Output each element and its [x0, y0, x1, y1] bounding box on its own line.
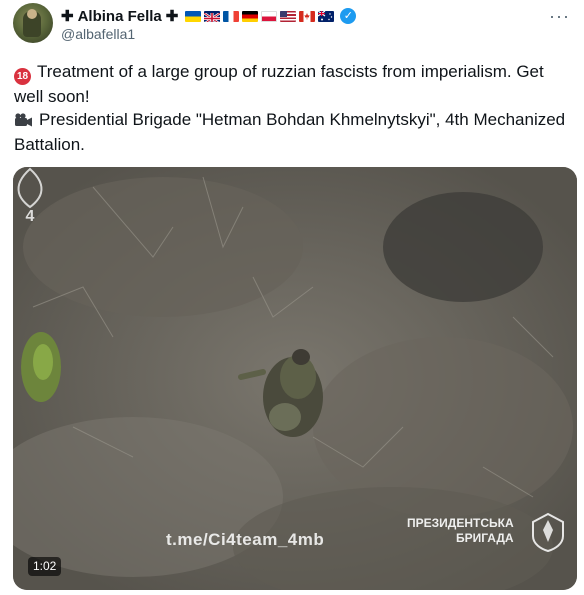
verified-badge-icon: ✓ [340, 8, 357, 24]
brigade-line-1: ПРЕЗИДЕНТСЬКА [407, 516, 514, 530]
tweet-line-1-text: Treatment of a large group of ruzzian fa… [14, 62, 544, 106]
canada-flag-icon [299, 10, 316, 22]
video-duration-badge: 1:02 [28, 557, 62, 576]
brigade-emblem-icon [532, 512, 564, 552]
video-camera-icon [14, 110, 33, 133]
avatar[interactable] [13, 3, 53, 43]
svg-text:4: 4 [26, 208, 35, 223]
uk-flag-icon [204, 10, 221, 22]
more-options-button[interactable]: ··· [549, 6, 570, 27]
poland-flag-icon [261, 10, 278, 22]
france-flag-icon [223, 10, 240, 22]
australia-flag-icon [318, 10, 335, 22]
brigade-line-2: БРИГАДА [455, 531, 514, 545]
flag-list [185, 10, 335, 22]
author-name-row: ✚ Albina Fella ✚ ✓ [61, 6, 357, 26]
avatar-head [27, 9, 37, 19]
author-handle[interactable]: @albafella1 [61, 26, 135, 42]
cross-right-icon: ✚ [165, 8, 179, 25]
unit-emblem-icon: 4 [17, 167, 43, 223]
germany-flag-icon [242, 10, 259, 22]
display-name[interactable]: Albina Fella [78, 8, 162, 25]
cross-left-icon: ✚ [61, 8, 74, 25]
ukraine-flag-icon [185, 10, 202, 22]
tweet-card: ✚ Albina Fella ✚ ✓ @albafella1 ··· 18 Tr… [0, 0, 584, 595]
tweet-line-2-text: Presidential Brigade "Hetman Bohdan Khme… [14, 110, 566, 154]
tweet-text: 18 Treatment of a large group of ruzzian … [14, 60, 574, 156]
video-watermark-url: t.me/Ci4team_4mb [166, 530, 325, 549]
tweet-line-1: 18 Treatment of a large group of ruzzian … [14, 60, 574, 108]
video-watermark-brigade: ПРЕЗИДЕНТСЬКА БРИГАДА [407, 516, 514, 546]
tweet-line-2: Presidential Brigade "Hetman Bohdan Khme… [14, 108, 574, 156]
usa-flag-icon [280, 10, 297, 22]
age-18-icon: 18 [14, 68, 31, 85]
